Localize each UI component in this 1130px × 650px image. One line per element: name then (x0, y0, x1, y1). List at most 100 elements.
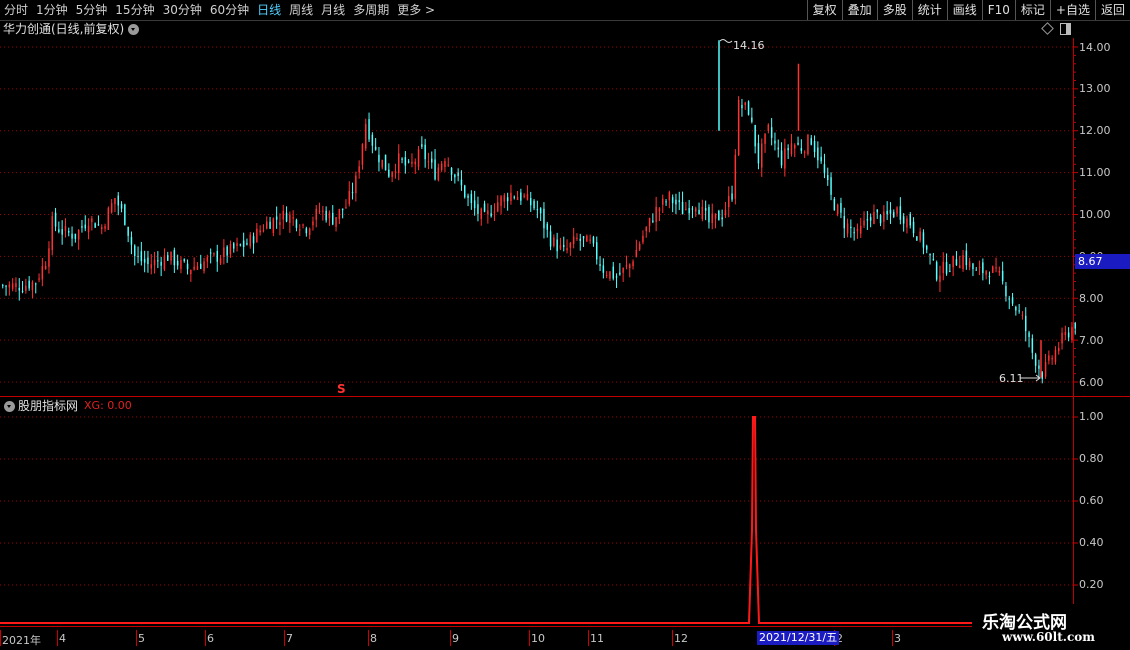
period-tab-10[interactable]: 更多 > (393, 0, 439, 20)
candle-body (543, 208, 545, 229)
period-tab-1[interactable]: 1分钟 (32, 0, 72, 20)
candle-body (120, 203, 123, 209)
candle-body (866, 219, 869, 221)
candle-body (183, 259, 185, 262)
period-tab-7[interactable]: 周线 (285, 0, 317, 20)
candle-body (209, 252, 212, 254)
toolbar-button-4[interactable]: 画线 (946, 0, 982, 20)
time-tick-mark (450, 630, 451, 646)
time-tick-mark (588, 630, 589, 646)
candle-body (464, 185, 466, 198)
diamond-icon[interactable] (1041, 22, 1054, 35)
candle-body (447, 164, 449, 166)
time-tick-label: 9 (452, 632, 459, 645)
candle-body (110, 203, 113, 213)
xg-signal-line (0, 416, 1073, 624)
candle-body (724, 209, 727, 216)
candle-body (998, 270, 1001, 273)
candle-body (35, 283, 37, 285)
candle-body (239, 244, 242, 246)
candle-body (516, 197, 519, 201)
candle-body (124, 204, 126, 225)
period-tab-4[interactable]: 30分钟 (159, 0, 206, 20)
panel-toggle-icon[interactable] (1060, 23, 1071, 35)
time-tick-label: 10 (531, 632, 545, 645)
indicator-tick-label: 0.20 (1079, 578, 1104, 591)
time-tick-label: 3 (894, 632, 901, 645)
candle-body (863, 220, 865, 226)
price-tick-label: 11.00 (1079, 166, 1111, 179)
candle-body (312, 221, 314, 226)
candle-body (708, 207, 710, 223)
toolbar-button-8[interactable]: 返回 (1094, 0, 1130, 20)
time-tick-mark (57, 630, 58, 646)
candle-body (374, 146, 377, 150)
period-tab-9[interactable]: 多周期 (349, 0, 393, 20)
kline-chart[interactable] (0, 0, 1130, 650)
candle-body (718, 210, 720, 221)
watermark: 乐淘公式网 www.60lt.com (972, 604, 1130, 650)
candle-body (1064, 331, 1067, 335)
candle-body (434, 159, 436, 180)
candle-body (784, 148, 786, 169)
candle-body (249, 234, 251, 247)
period-tab-2[interactable]: 5分钟 (72, 0, 112, 20)
candle-body (315, 208, 317, 220)
candle-body (879, 215, 882, 224)
candle-body (988, 276, 991, 278)
time-tick-mark (892, 630, 893, 646)
candle-body (546, 223, 548, 230)
candle-body (698, 209, 700, 215)
price-tick-label: 10.00 (1079, 208, 1111, 221)
candle-body (68, 231, 70, 233)
toolbar-button-5[interactable]: F10 (981, 0, 1015, 20)
candle-body (556, 239, 558, 252)
toolbar-button-7[interactable]: +自选 (1049, 0, 1095, 20)
candle-body (457, 172, 459, 177)
price-tick-label: 13.00 (1079, 82, 1111, 95)
chevron-down-icon[interactable] (128, 23, 140, 35)
period-tab-3[interactable]: 15分钟 (111, 0, 158, 20)
candle-body (619, 272, 621, 275)
candle-body (150, 264, 152, 269)
candle-body (157, 260, 159, 262)
candle-body (592, 236, 595, 244)
candle-body (711, 213, 713, 224)
candle-body (510, 192, 512, 202)
candle-body (701, 206, 704, 220)
candle-body (992, 266, 994, 273)
period-tab-5[interactable]: 60分钟 (206, 0, 253, 20)
candle-body (533, 200, 535, 209)
chevron-down-icon[interactable] (4, 400, 15, 412)
candle-body (299, 229, 301, 231)
candle-body (61, 229, 63, 235)
period-tab-0[interactable]: 分时 (0, 0, 32, 20)
candle-body (902, 216, 905, 224)
candle-body (820, 156, 822, 162)
candle-body (417, 149, 420, 167)
toolbar-button-3[interactable]: 统计 (911, 0, 947, 20)
period-tab-8[interactable]: 月线 (317, 0, 349, 20)
candle-body (945, 261, 948, 274)
candle-body (325, 210, 327, 221)
toolbar-button-2[interactable]: 多股 (876, 0, 912, 20)
candle-body (599, 264, 601, 266)
candle-body (800, 148, 803, 151)
candle-body (51, 216, 53, 251)
period-tab-6[interactable]: 日线 (253, 0, 285, 20)
candle-body (275, 216, 278, 220)
candle-body (691, 208, 694, 210)
toolbar-button-6[interactable]: 标记 (1014, 0, 1050, 20)
time-tick-label: 8 (370, 632, 377, 645)
candle-body (982, 262, 984, 274)
candle-body (391, 172, 393, 177)
toolbar-button-1[interactable]: 叠加 (841, 0, 877, 20)
candle-body (295, 219, 298, 228)
candle-body (678, 200, 680, 203)
candle-body (629, 264, 631, 269)
candle-body (873, 211, 875, 225)
candle-body (421, 144, 423, 147)
toolbar-button-0[interactable]: 复权 (806, 0, 842, 20)
candle-body (378, 154, 380, 163)
candle-body (226, 246, 228, 256)
